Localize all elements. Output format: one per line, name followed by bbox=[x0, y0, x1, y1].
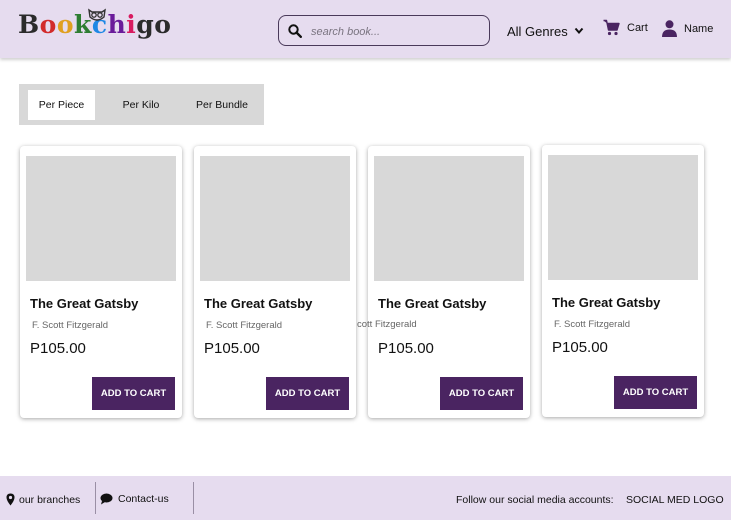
top-header: Bookchigo All Genres Cart Na bbox=[0, 0, 731, 58]
cart-label: Cart bbox=[627, 21, 648, 34]
branches-link[interactable]: our branches bbox=[6, 493, 80, 506]
book-cover-placeholder[interactable] bbox=[548, 155, 698, 280]
search-input[interactable] bbox=[309, 22, 483, 42]
contact-link[interactable]: Contact-us bbox=[100, 493, 169, 505]
book-cover-placeholder[interactable] bbox=[26, 156, 176, 281]
pricing-tabs: Per Piece Per Kilo Per Bundle bbox=[19, 84, 264, 125]
user-icon bbox=[662, 20, 677, 37]
book-author: F. Scott Fitzgerald bbox=[32, 320, 109, 331]
logo-letter: g bbox=[136, 10, 155, 39]
chevron-down-icon bbox=[574, 27, 583, 35]
book-title: The Great Gatsby bbox=[204, 296, 313, 311]
tab-per-kilo[interactable]: Per Kilo bbox=[111, 90, 171, 120]
logo-letter: o bbox=[39, 10, 57, 39]
book-author: F. Scott Fitzgerald bbox=[206, 320, 283, 331]
book-cover-placeholder[interactable] bbox=[374, 156, 524, 281]
page-footer: our branches Contact-us Follow our socia… bbox=[0, 476, 731, 520]
footer-divider bbox=[95, 482, 96, 514]
search-icon[interactable] bbox=[288, 24, 302, 38]
cart-button[interactable]: Cart bbox=[603, 19, 648, 36]
book-price: P105.00 bbox=[204, 340, 260, 357]
book-author: F. Scott Fitzgerald bbox=[554, 319, 631, 330]
footer-divider bbox=[193, 482, 194, 514]
book-cover-placeholder[interactable] bbox=[200, 156, 350, 281]
tab-per-piece[interactable]: Per Piece bbox=[28, 90, 95, 120]
product-card[interactable]: The Great Gatsby P105.00 ADD TO CART bbox=[368, 146, 530, 418]
genres-dropdown[interactable]: All Genres bbox=[507, 23, 584, 39]
logo-letter: i bbox=[126, 10, 137, 39]
book-title: The Great Gatsby bbox=[378, 296, 487, 311]
product-card[interactable]: The Great Gatsby F. Scott Fitzgerald P10… bbox=[542, 145, 704, 417]
logo-letter: h bbox=[107, 10, 127, 39]
logo-letter: B bbox=[18, 10, 40, 39]
book-price: P105.00 bbox=[552, 339, 608, 356]
logo-letter: o bbox=[56, 10, 75, 39]
owl-icon bbox=[88, 8, 106, 21]
cart-icon bbox=[603, 19, 620, 36]
add-to-cart-button[interactable]: ADD TO CART bbox=[266, 377, 349, 410]
product-card[interactable]: The Great Gatsby F. Scott Fitzgerald P10… bbox=[194, 146, 356, 418]
add-to-cart-button[interactable]: ADD TO CART bbox=[614, 376, 697, 409]
user-menu[interactable]: Name bbox=[662, 20, 713, 37]
tab-per-bundle[interactable]: Per Bundle bbox=[189, 90, 255, 120]
contact-label: Contact-us bbox=[118, 493, 169, 505]
genres-label: All Genres bbox=[507, 23, 568, 39]
add-to-cart-button[interactable]: ADD TO CART bbox=[440, 377, 523, 410]
social-media-logo[interactable]: SOCIAL MED LOGO bbox=[626, 494, 724, 506]
book-price: P105.00 bbox=[378, 340, 434, 357]
bookchigo-logo[interactable]: Bookchigo bbox=[18, 8, 171, 52]
chat-bubble-icon bbox=[100, 493, 113, 505]
logo-letter: o bbox=[154, 10, 172, 39]
user-name-label: Name bbox=[684, 22, 714, 35]
book-title: The Great Gatsby bbox=[30, 296, 139, 311]
add-to-cart-button[interactable]: ADD TO CART bbox=[92, 377, 175, 410]
product-card[interactable]: The Great Gatsby F. Scott Fitzgerald P10… bbox=[20, 146, 182, 418]
social-media-text: Follow our social media accounts: bbox=[456, 494, 614, 506]
book-title: The Great Gatsby bbox=[552, 295, 661, 310]
search-bar[interactable] bbox=[278, 15, 490, 46]
map-pin-icon bbox=[6, 493, 15, 506]
book-price: P105.00 bbox=[30, 340, 86, 357]
overlapping-author-text: cott Fitzgerald bbox=[357, 319, 417, 330]
branches-label: our branches bbox=[19, 493, 81, 506]
